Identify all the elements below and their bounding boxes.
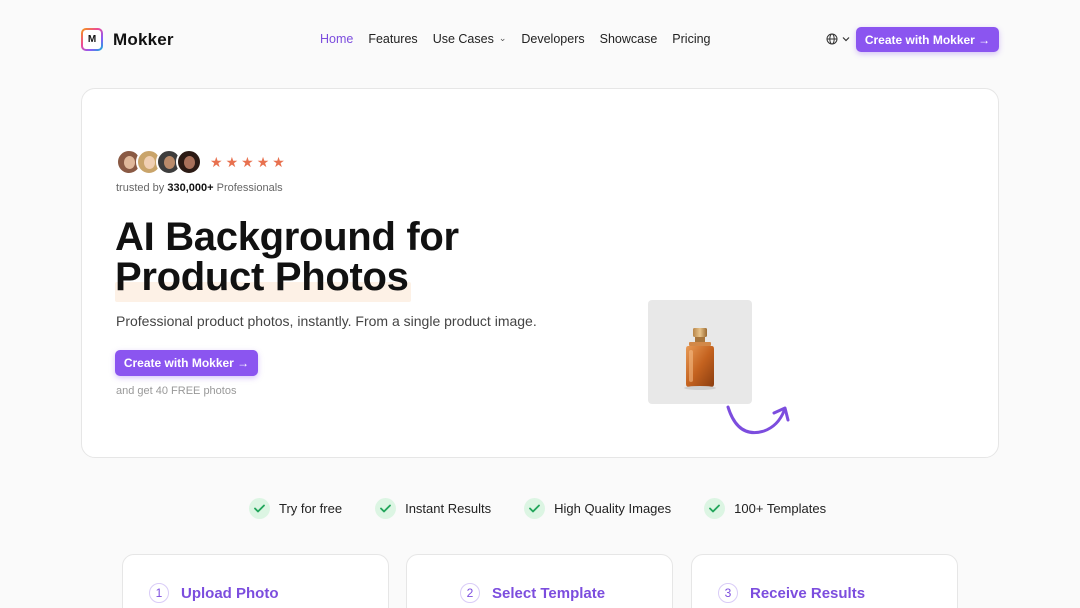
avatar bbox=[176, 149, 202, 175]
star-icon: ★ bbox=[210, 154, 223, 170]
star-icon: ★ bbox=[272, 154, 285, 170]
perfume-bottle-icon bbox=[684, 328, 716, 390]
rating-stars: ★ ★ ★ ★ ★ bbox=[210, 155, 285, 169]
feature-item: Instant Results bbox=[375, 498, 491, 519]
menu-item-home[interactable]: Home bbox=[320, 32, 353, 46]
menu-item-use-cases[interactable]: Use Cases ⌄ bbox=[433, 32, 507, 46]
hero-title-line-2: Product Photos bbox=[115, 255, 409, 299]
trusted-by-text: trusted by 330,000+ Professionals bbox=[116, 182, 283, 194]
star-icon: ★ bbox=[256, 154, 270, 170]
star-icon: ★ bbox=[241, 154, 254, 170]
logo-mark-icon: M bbox=[81, 28, 103, 51]
globe-icon bbox=[826, 33, 838, 45]
hero-title-line-1: AI Background for bbox=[115, 215, 459, 259]
feature-label: High Quality Images bbox=[554, 501, 672, 516]
feature-label: Instant Results bbox=[405, 501, 492, 516]
trusted-count: 330,000+ bbox=[167, 182, 214, 194]
check-icon bbox=[249, 498, 270, 519]
create-with-mokker-button[interactable]: Create with Mokker → bbox=[856, 27, 999, 52]
menu-item-developers[interactable]: Developers bbox=[521, 32, 584, 46]
step-card-select-template: 2 Select Template bbox=[406, 554, 673, 608]
hero-create-button[interactable]: Create with Mokker → bbox=[115, 350, 258, 376]
menu-item-showcase[interactable]: Showcase bbox=[600, 32, 658, 46]
feature-label: 100+ Templates bbox=[734, 501, 827, 516]
hero-subtitle: Professional product photos, instantly. … bbox=[116, 313, 537, 329]
check-icon bbox=[704, 498, 726, 519]
logo[interactable]: M Mokker bbox=[81, 28, 174, 51]
feature-label: Try for free bbox=[279, 501, 343, 516]
main-menu: Home Features Use Cases ⌄ Developers Show… bbox=[320, 32, 726, 46]
language-selector[interactable] bbox=[826, 33, 850, 45]
chevron-down-icon bbox=[842, 37, 850, 42]
free-photos-note: and get 40 FREE photos bbox=[116, 385, 237, 397]
check-icon bbox=[375, 498, 397, 519]
check-icon bbox=[524, 498, 546, 519]
user-avatars bbox=[116, 149, 202, 175]
step-number: 1 bbox=[149, 583, 169, 603]
product-photo bbox=[648, 300, 752, 404]
step-card-upload: 1 Upload Photo bbox=[122, 554, 389, 608]
step-number: 3 bbox=[718, 583, 738, 603]
menu-item-features[interactable]: Features bbox=[368, 32, 417, 46]
step-label: Receive Results bbox=[750, 584, 866, 602]
hero-card: ★ ★ ★ ★ ★ trusted by 330,000+ Professionals … bbox=[81, 88, 999, 458]
brand-name: Mokker bbox=[113, 29, 174, 49]
step-label: Upload Photo bbox=[181, 584, 279, 602]
step-number: 2 bbox=[460, 583, 480, 603]
feature-item: 100+ Templates bbox=[704, 498, 826, 519]
top-navigation: M Mokker Home Features Use Cases ⌄ Develo… bbox=[0, 0, 1080, 80]
feature-list: Try for free Instant Results High Quality … bbox=[249, 498, 859, 519]
feature-item: Try for free bbox=[249, 498, 342, 519]
star-icon: ★ bbox=[225, 154, 239, 170]
chevron-down-icon: ⌄ bbox=[498, 32, 507, 43]
menu-item-pricing[interactable]: Pricing bbox=[672, 32, 710, 46]
curved-arrow-icon bbox=[726, 405, 790, 434]
feature-item: High Quality Images bbox=[524, 498, 671, 519]
step-card-receive-results: 3 Receive Results bbox=[691, 554, 958, 608]
step-label: Select Template bbox=[492, 584, 606, 602]
